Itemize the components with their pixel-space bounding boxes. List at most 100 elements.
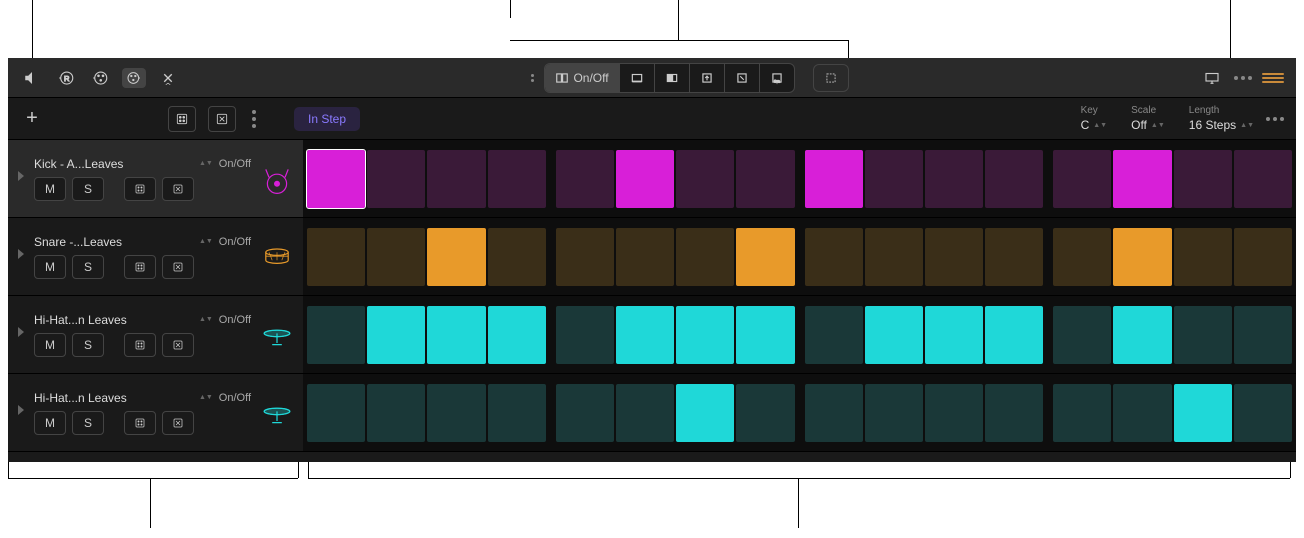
step-cell[interactable] xyxy=(736,228,794,286)
step-cell[interactable] xyxy=(925,150,983,208)
step-cell[interactable] xyxy=(925,306,983,364)
step-cell[interactable] xyxy=(1174,228,1232,286)
track-onoff-label[interactable]: On/Off xyxy=(219,236,251,248)
disclosure-icon[interactable] xyxy=(16,325,26,344)
disclosure-icon[interactable] xyxy=(16,403,26,422)
step-cell[interactable] xyxy=(488,150,546,208)
x-chevron-icon[interactable] xyxy=(156,68,180,88)
step-cell[interactable] xyxy=(488,228,546,286)
step-cell[interactable] xyxy=(616,306,674,364)
step-cell[interactable] xyxy=(1053,306,1111,364)
tiny-dots-icon[interactable] xyxy=(531,74,534,82)
step-cell[interactable] xyxy=(925,384,983,442)
mute-button[interactable]: M xyxy=(34,177,66,201)
mute-button[interactable]: M xyxy=(34,255,66,279)
selection-icon[interactable] xyxy=(813,64,849,92)
step-cell[interactable] xyxy=(676,306,734,364)
step-cell[interactable] xyxy=(1174,306,1232,364)
step-cell[interactable] xyxy=(488,384,546,442)
step-cell[interactable] xyxy=(556,306,614,364)
step-cell[interactable] xyxy=(427,228,485,286)
more-v-icon[interactable] xyxy=(248,106,260,132)
track-updown-icon[interactable]: ▲▼ xyxy=(199,238,213,245)
in-step-button[interactable]: In Step xyxy=(294,107,360,131)
step-cell[interactable] xyxy=(805,306,863,364)
solo-button[interactable]: S xyxy=(72,333,104,357)
step-cell[interactable] xyxy=(616,150,674,208)
step-cell[interactable] xyxy=(1174,150,1232,208)
track-onoff-label[interactable]: On/Off xyxy=(219,158,251,170)
step-cell[interactable] xyxy=(367,384,425,442)
step-cell[interactable] xyxy=(307,150,365,208)
step-cell[interactable] xyxy=(1113,384,1171,442)
param-scale[interactable]: ScaleOff ▲▼ xyxy=(1131,105,1165,132)
step-cell[interactable] xyxy=(676,384,734,442)
solo-button[interactable]: S xyxy=(72,411,104,435)
step-cell[interactable] xyxy=(367,228,425,286)
param-length[interactable]: Length16 Steps ▲▼ xyxy=(1189,105,1254,132)
drag-handle-icon[interactable] xyxy=(1262,73,1284,83)
step-cell[interactable] xyxy=(616,228,674,286)
step-cell[interactable] xyxy=(985,150,1043,208)
track-dice-button[interactable] xyxy=(124,255,156,279)
step-cell[interactable] xyxy=(985,384,1043,442)
step-cell[interactable] xyxy=(1113,150,1171,208)
step-cell[interactable] xyxy=(307,384,365,442)
mute-button[interactable]: M xyxy=(34,333,66,357)
step-cell[interactable] xyxy=(427,384,485,442)
route-palette-icon[interactable] xyxy=(88,68,112,88)
track-dice-button[interactable] xyxy=(124,177,156,201)
step-cell[interactable] xyxy=(1053,228,1111,286)
track-dice-button[interactable] xyxy=(124,411,156,435)
step-cell[interactable] xyxy=(805,228,863,286)
step-cell[interactable] xyxy=(1113,306,1171,364)
route-r-icon[interactable]: R xyxy=(54,68,78,88)
step-cell[interactable] xyxy=(616,384,674,442)
step-cell[interactable] xyxy=(367,150,425,208)
add-track-button[interactable]: + xyxy=(20,107,44,131)
step-cell[interactable] xyxy=(427,150,485,208)
solo-button[interactable]: S xyxy=(72,177,104,201)
step-cell[interactable] xyxy=(676,228,734,286)
step-cell[interactable] xyxy=(1234,150,1292,208)
step-cell[interactable] xyxy=(1234,384,1292,442)
step-cell[interactable] xyxy=(736,384,794,442)
step-cell[interactable] xyxy=(556,228,614,286)
step-cell[interactable] xyxy=(1174,384,1232,442)
disclosure-icon[interactable] xyxy=(16,169,26,188)
track-clear-button[interactable] xyxy=(162,411,194,435)
params-more-icon[interactable] xyxy=(1266,117,1284,121)
step-cell[interactable] xyxy=(805,384,863,442)
track-clear-button[interactable] xyxy=(162,255,194,279)
step-cell[interactable] xyxy=(1053,150,1111,208)
display-icon[interactable] xyxy=(1200,68,1224,88)
track-onoff-label[interactable]: On/Off xyxy=(219,392,251,404)
track-updown-icon[interactable]: ▲▼ xyxy=(199,160,213,167)
step-cell[interactable] xyxy=(488,306,546,364)
mode-2-button[interactable] xyxy=(620,64,655,92)
step-cell[interactable] xyxy=(865,228,923,286)
clear-x-icon[interactable] xyxy=(208,106,236,132)
step-cell[interactable] xyxy=(556,384,614,442)
dice-icon[interactable] xyxy=(168,106,196,132)
mode-onoff-button[interactable]: On/Off xyxy=(545,64,619,92)
param-key[interactable]: KeyC ▲▼ xyxy=(1081,105,1108,132)
step-cell[interactable] xyxy=(985,228,1043,286)
step-cell[interactable] xyxy=(367,306,425,364)
more-h-icon[interactable] xyxy=(1234,76,1252,80)
track-onoff-label[interactable]: On/Off xyxy=(219,314,251,326)
step-cell[interactable] xyxy=(985,306,1043,364)
mode-3-button[interactable] xyxy=(655,64,690,92)
step-cell[interactable] xyxy=(865,306,923,364)
disclosure-icon[interactable] xyxy=(16,247,26,266)
mode-5-button[interactable] xyxy=(725,64,760,92)
volume-icon[interactable] xyxy=(20,68,44,88)
track-updown-icon[interactable]: ▲▼ xyxy=(199,316,213,323)
step-cell[interactable] xyxy=(805,150,863,208)
palette-route-icon[interactable] xyxy=(122,68,146,88)
track-updown-icon[interactable]: ▲▼ xyxy=(199,394,213,401)
track-clear-button[interactable] xyxy=(162,177,194,201)
step-cell[interactable] xyxy=(307,228,365,286)
mute-button[interactable]: M xyxy=(34,411,66,435)
step-cell[interactable] xyxy=(676,150,734,208)
